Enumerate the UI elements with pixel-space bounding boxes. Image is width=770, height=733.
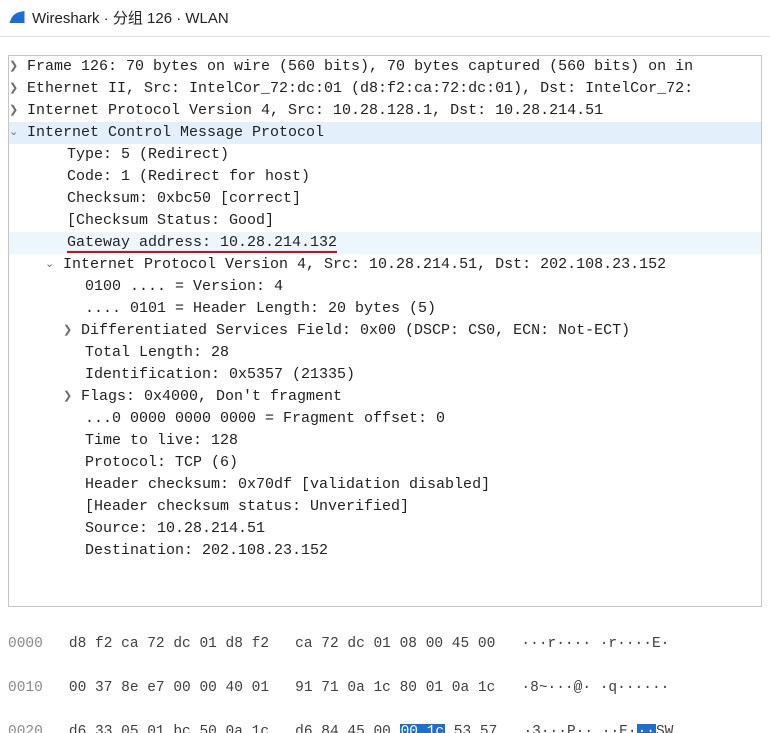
tree-item-frame[interactable]: ❯Frame 126: 70 bytes on wire (560 bits),… [9, 56, 761, 78]
tree-item-ethernet[interactable]: ❯Ethernet II, Src: IntelCor_72:dc:01 (d8… [9, 78, 761, 100]
hex-row[interactable]: 0010 00 37 8e e7 00 00 40 01 91 71 0a 1c… [8, 677, 762, 699]
packet-bytes-pane[interactable]: 0000 d8 f2 ca 72 dc 01 d8 f2 ca 72 dc 01… [8, 611, 762, 733]
window-title: Wireshark · 分组 126 · WLAN [32, 7, 229, 28]
window-titlebar: Wireshark · 分组 126 · WLAN [0, 0, 770, 30]
tree-item-ip-fragoff[interactable]: ...0 0000 0000 0000 = Fragment offset: 0 [9, 408, 761, 430]
selected-ascii: ·· [637, 724, 656, 733]
chevron-right-icon[interactable]: ❯ [9, 78, 23, 100]
packet-details-pane[interactable]: ❯Frame 126: 70 bytes on wire (560 bits),… [8, 55, 762, 607]
tree-item-icmp-type[interactable]: Type: 5 (Redirect) [9, 144, 761, 166]
tree-item-ip-totlen[interactable]: Total Length: 28 [9, 342, 761, 364]
tree-item-ip-ttl[interactable]: Time to live: 128 [9, 430, 761, 452]
tree-item-ip-dsfield[interactable]: ❯Differentiated Services Field: 0x00 (DS… [9, 320, 761, 342]
tree-item-icmp-checksum-status[interactable]: [Checksum Status: Good] [9, 210, 761, 232]
divider [0, 36, 770, 37]
tree-item-ip-version[interactable]: 0100 .... = Version: 4 [9, 276, 761, 298]
chevron-right-icon[interactable]: ❯ [63, 386, 77, 408]
tree-item-ip-hdrchk-status[interactable]: [Header checksum status: Unverified] [9, 496, 761, 518]
tree-item-ip-hdrchk[interactable]: Header checksum: 0x70df [validation disa… [9, 474, 761, 496]
chevron-down-icon[interactable]: ⌄ [9, 122, 23, 144]
chevron-right-icon[interactable]: ❯ [63, 320, 77, 342]
tree-item-icmp[interactable]: ⌄Internet Control Message Protocol [9, 122, 761, 144]
tree-item-ip-proto[interactable]: Protocol: TCP (6) [9, 452, 761, 474]
chevron-down-icon[interactable]: ⌄ [45, 254, 59, 276]
tree-item-ip-dest[interactable]: Destination: 202.108.23.152 [9, 540, 761, 562]
wireshark-icon [8, 8, 26, 26]
tree-item-icmp-gateway[interactable]: Gateway address: 10.28.214.132 [9, 232, 761, 254]
tree-item-ip-ident[interactable]: Identification: 0x5357 (21335) [9, 364, 761, 386]
tree-item-ip-hdrlen[interactable]: .... 0101 = Header Length: 20 bytes (5) [9, 298, 761, 320]
selected-bytes: 00 1c [400, 724, 446, 733]
chevron-right-icon[interactable]: ❯ [9, 56, 23, 78]
tree-item-inner-ip[interactable]: ⌄Internet Protocol Version 4, Src: 10.28… [9, 254, 761, 276]
tree-item-ip[interactable]: ❯Internet Protocol Version 4, Src: 10.28… [9, 100, 761, 122]
tree-item-ip-flags[interactable]: ❯Flags: 0x4000, Don't fragment [9, 386, 761, 408]
chevron-right-icon[interactable]: ❯ [9, 100, 23, 122]
tree-item-icmp-code[interactable]: Code: 1 (Redirect for host) [9, 166, 761, 188]
hex-row[interactable]: 0020 d6 33 05 01 bc 50 0a 1c d6 84 45 00… [8, 721, 762, 733]
tree-item-ip-source[interactable]: Source: 10.28.214.51 [9, 518, 761, 540]
tree-item-icmp-checksum[interactable]: Checksum: 0xbc50 [correct] [9, 188, 761, 210]
hex-row[interactable]: 0000 d8 f2 ca 72 dc 01 d8 f2 ca 72 dc 01… [8, 633, 762, 655]
